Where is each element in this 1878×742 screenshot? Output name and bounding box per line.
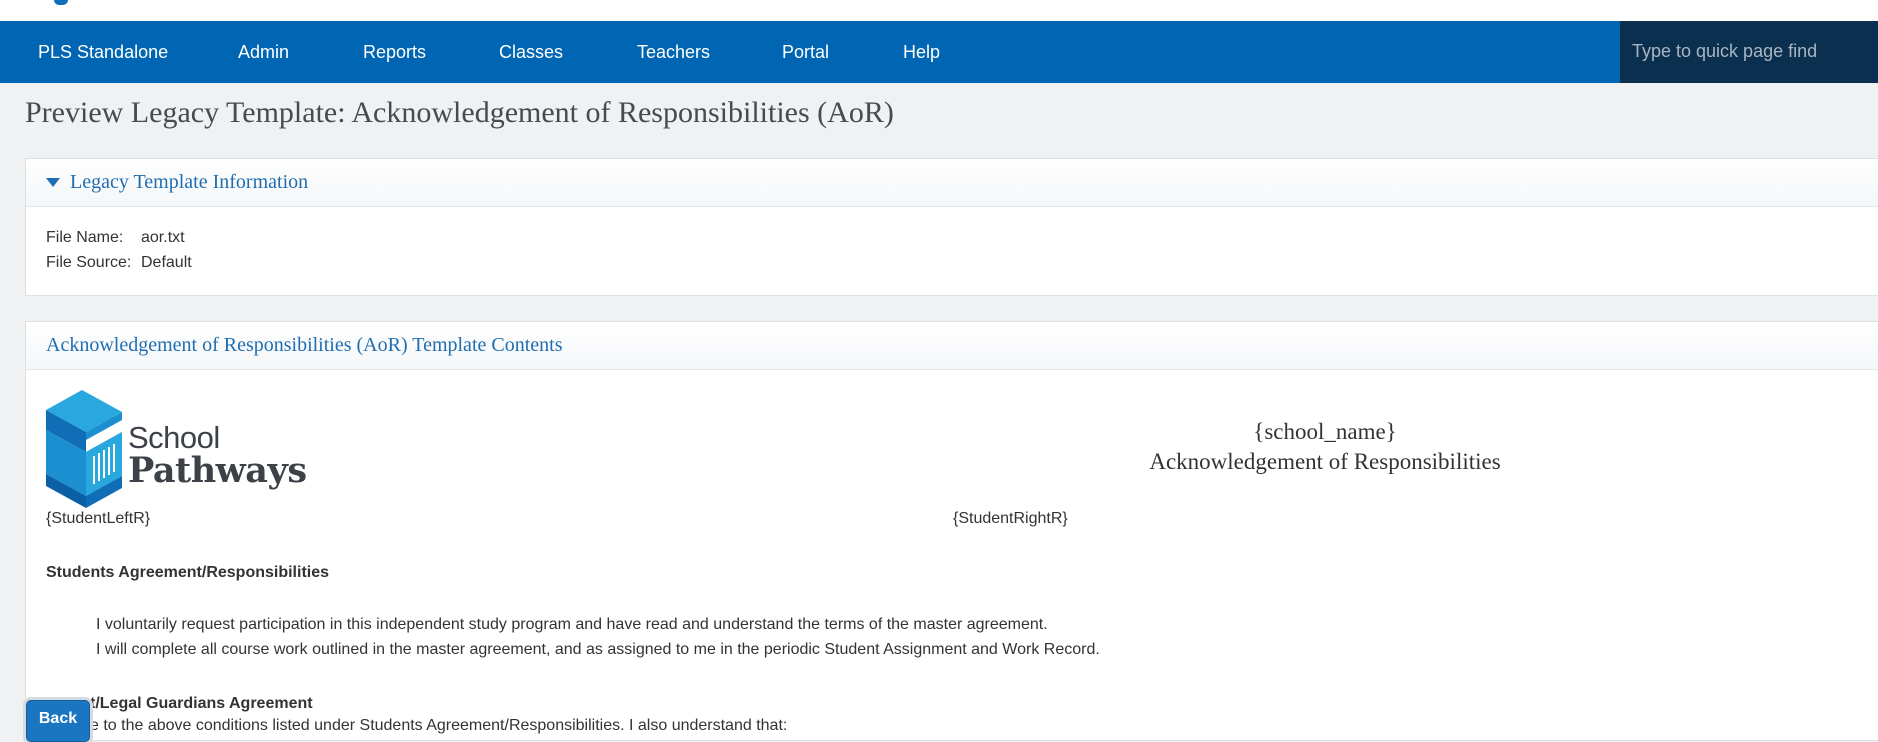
template-contents-panel: Acknowledgement of Responsibilities (AoR… <box>25 321 1878 741</box>
student-left-placeholder: {StudentLeftR} <box>46 510 151 527</box>
top-bar <box>0 0 1878 21</box>
quick-find-input[interactable] <box>1620 21 1872 81</box>
guardians-agreement-heading: t/Legal Guardians Agreement <box>90 695 313 712</box>
file-source-label: File Source: <box>46 254 132 271</box>
back-button[interactable]: Back <box>26 700 90 742</box>
info-panel-title: Legacy Template Information <box>70 171 309 193</box>
file-name-value: aor.txt <box>141 229 185 246</box>
quick-find <box>1620 21 1878 83</box>
students-agreement-heading: Students Agreement/Responsibilities <box>46 564 330 581</box>
doc-subtitle: Acknowledgement of Responsibilities <box>1149 449 1501 474</box>
file-source-row: File Source: Default <box>46 250 1878 275</box>
page-title: Preview Legacy Template: Acknowledgement… <box>25 96 894 129</box>
contents-panel-body: School Pathways {school_name} Acknowledg… <box>26 370 1878 740</box>
nav-item-portal[interactable]: Portal <box>782 21 829 83</box>
file-name-row: File Name: aor.txt <box>46 225 1878 250</box>
caret-down-icon <box>46 178 60 187</box>
doc-school-name: {school_name} <box>1253 419 1397 444</box>
contents-panel-header: Acknowledgement of Responsibilities (AoR… <box>26 322 1878 370</box>
nav-item-classes[interactable]: Classes <box>499 21 563 83</box>
nav-item-reports[interactable]: Reports <box>363 21 426 83</box>
logo-word-pathways: Pathways <box>128 450 307 491</box>
file-source-value: Default <box>141 254 192 271</box>
app-logo-icon[interactable] <box>54 0 68 5</box>
main-nav: PLS Standalone Admin Reports Classes Tea… <box>0 21 1878 83</box>
file-name-label: File Name: <box>46 229 124 246</box>
nav-item-admin[interactable]: Admin <box>238 21 289 83</box>
contents-panel-title: Acknowledgement of Responsibilities (AoR… <box>46 334 563 356</box>
school-pathways-logo-icon <box>46 390 122 508</box>
nav-item-help[interactable]: Help <box>903 21 940 83</box>
nav-item-pls-standalone[interactable]: PLS Standalone <box>38 21 168 83</box>
info-panel-header[interactable]: Legacy Template Information <box>26 159 1878 207</box>
student-right-placeholder: {StudentRightR} <box>953 510 1068 527</box>
legacy-template-info-panel: Legacy Template Information File Name: a… <box>25 158 1878 296</box>
school-pathways-logo: School Pathways <box>46 390 307 510</box>
guardians-agreement-line: e to the above conditions listed under S… <box>90 717 788 734</box>
students-agreement-line-1: I voluntarily request participation in t… <box>96 616 1048 633</box>
students-agreement-line-2: I will complete all course work outlined… <box>96 641 1100 658</box>
nav-item-teachers[interactable]: Teachers <box>637 21 710 83</box>
info-panel-body: File Name: aor.txt File Source: Default <box>26 207 1878 275</box>
